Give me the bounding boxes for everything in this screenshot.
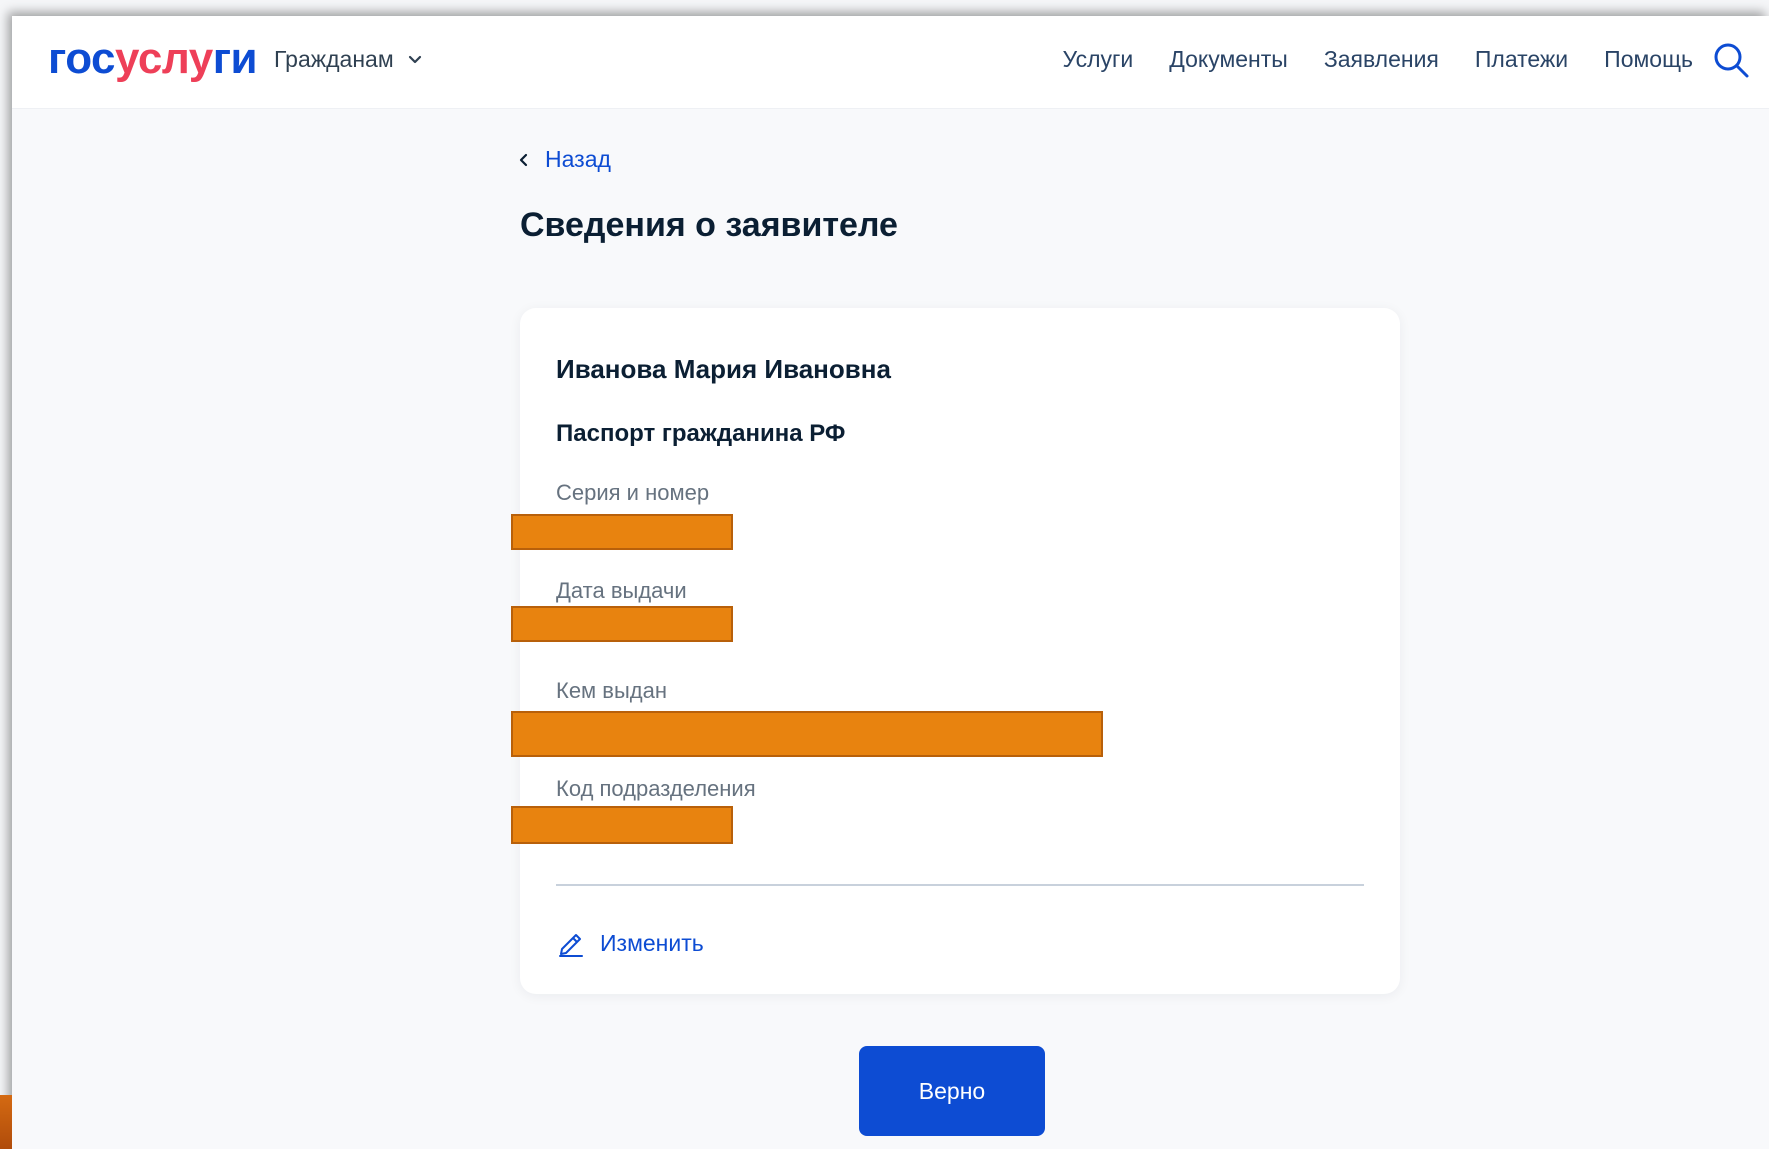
applicant-card: Иванова Мария Ивановна Паспорт гражданин…: [511, 308, 1400, 994]
card-divider: [556, 884, 1364, 886]
nav-applications[interactable]: Заявления: [1324, 46, 1439, 73]
redacted-division-code: [511, 806, 733, 844]
nav-payments[interactable]: Платежи: [1475, 46, 1568, 73]
chevron-left-icon: [519, 153, 528, 166]
redacted-issued-by: [511, 711, 1103, 757]
page-title: Сведения о заявителе: [520, 206, 898, 244]
nav-documents[interactable]: Документы: [1169, 46, 1288, 73]
citizens-menu[interactable]: Гражданам: [274, 46, 424, 73]
nav-services[interactable]: Услуги: [1063, 46, 1134, 73]
field-label-division-code: Код подразделения: [556, 776, 756, 801]
document-type: Паспорт гражданина РФ: [556, 420, 846, 447]
field-label-issued-by: Кем выдан: [556, 678, 668, 703]
back-link[interactable]: Назад: [517, 146, 611, 173]
field-label-issue-date: Дата выдачи: [556, 578, 687, 603]
edit-link-label: Изменить: [600, 929, 704, 956]
nav-help[interactable]: Помощь: [1604, 46, 1693, 73]
confirm-button[interactable]: Верно: [859, 1046, 1045, 1136]
edit-link[interactable]: Изменить: [556, 928, 704, 958]
corner-decoration: [0, 1095, 12, 1149]
main-nav: Услуги Документы Заявления Платежи Помощ…: [1063, 46, 1693, 73]
redacted-series-number: [511, 514, 733, 550]
citizens-menu-label: Гражданам: [274, 46, 394, 72]
back-link-label: Назад: [545, 146, 611, 172]
pencil-icon: [559, 934, 583, 957]
redacted-issue-date: [511, 606, 733, 642]
search-icon[interactable]: [1709, 38, 1753, 82]
gosuslugi-logo[interactable]: госуслуги: [48, 34, 258, 84]
browser-viewport: госуслуги Гражданам Услуги Документы Зая…: [12, 16, 1769, 1149]
site-header: госуслуги Гражданам Услуги Документы Зая…: [12, 16, 1769, 109]
applicant-name: Иванова Мария Ивановна: [556, 354, 891, 384]
field-label-series-number: Серия и номер: [556, 480, 710, 505]
chevron-down-icon: [408, 55, 421, 63]
